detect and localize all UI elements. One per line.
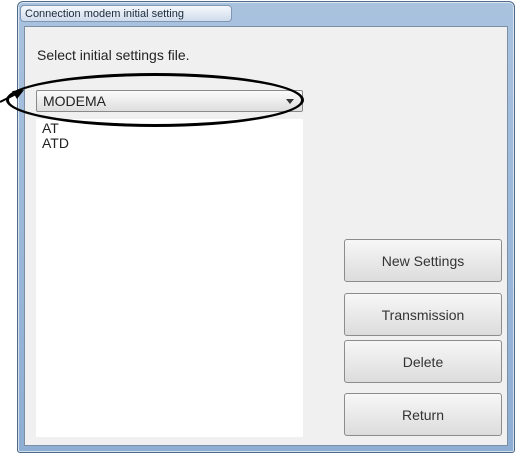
list-item[interactable]: ATD [36, 136, 303, 151]
window-title: Connection modem initial setting [20, 5, 232, 22]
new-settings-button[interactable]: New Settings [344, 239, 502, 282]
select-file-label: Select initial settings file. [37, 47, 190, 63]
return-button[interactable]: Return [344, 393, 502, 436]
title-bar[interactable]: Connection modem initial setting [18, 2, 514, 26]
delete-button[interactable]: Delete [344, 340, 502, 383]
dialog-window: Connection modem initial setting Select … [17, 1, 515, 453]
transmission-button[interactable]: Transmission [344, 293, 502, 336]
settings-listbox[interactable]: AT ATD [36, 119, 303, 437]
highlight-ellipse [6, 73, 304, 127]
callout-arrow-icon [0, 90, 24, 103]
